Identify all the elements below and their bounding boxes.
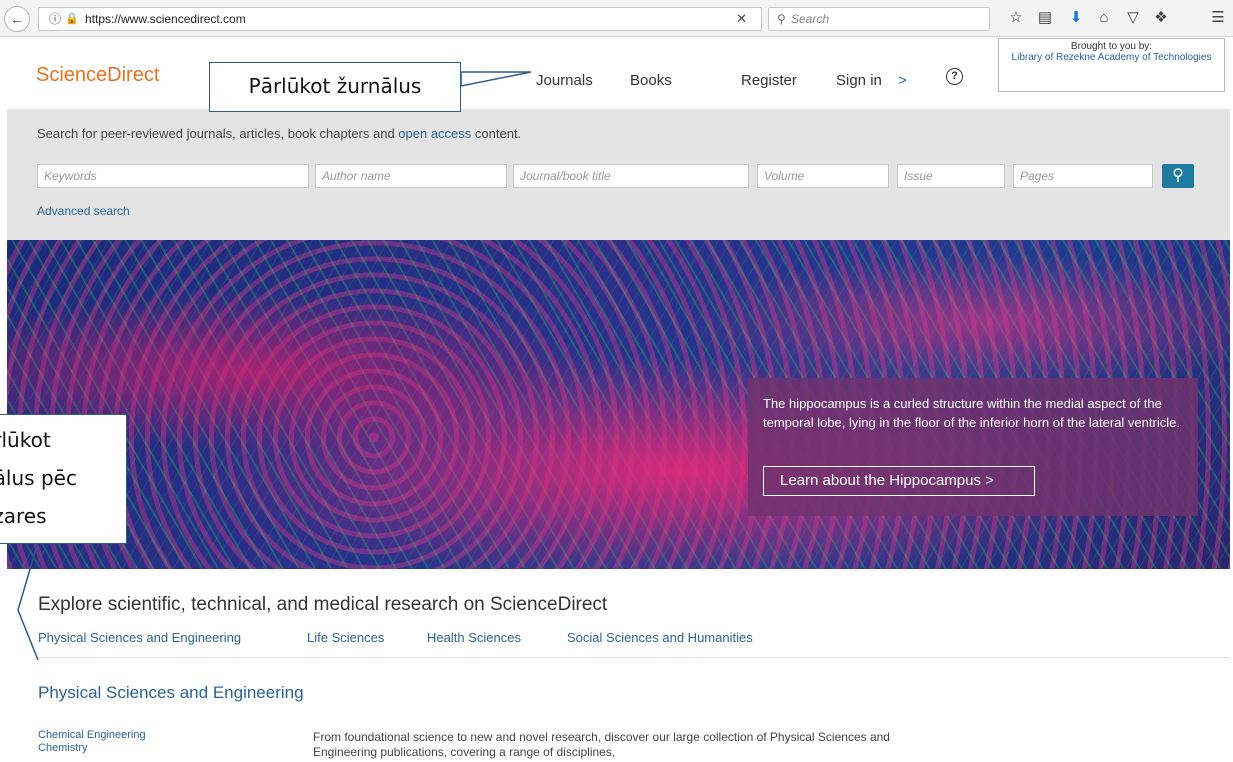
- journals-callout: Pārlūkot žurnālus: [209, 62, 461, 112]
- journal-title-input[interactable]: Journal/book title: [513, 164, 749, 188]
- back-icon[interactable]: ←: [4, 6, 30, 32]
- institution-box: Brought to you by: Library of Rezekne Ac…: [998, 38, 1225, 92]
- url-text[interactable]: https://www.sciencedirect.com: [85, 8, 246, 30]
- volume-input[interactable]: Volume: [757, 164, 889, 188]
- subject-chemistry[interactable]: Chemistry: [38, 742, 88, 754]
- lock-icon: 🔒: [65, 13, 79, 25]
- hero-caption: The hippocampus is a curled structure wi…: [763, 396, 1180, 430]
- search-intro-text: Search for peer-reviewed journals, artic…: [37, 126, 399, 141]
- section-divider: [37, 657, 1230, 658]
- home-icon[interactable]: ⌂: [1094, 9, 1114, 27]
- category-physical-sciences[interactable]: Physical Sciences and Engineering: [38, 630, 241, 645]
- download-icon[interactable]: ⬇: [1066, 9, 1086, 27]
- nav-journals[interactable]: Journals: [536, 72, 593, 89]
- search-button[interactable]: ⚲: [1162, 164, 1194, 188]
- field-callout-line2: nālus pēc: [0, 466, 77, 490]
- brought-label: Brought to you by:: [1070, 41, 1153, 52]
- issue-input[interactable]: Issue: [897, 164, 1005, 188]
- open-access-link[interactable]: open access: [398, 126, 471, 141]
- info-icon[interactable]: ⓘ: [49, 8, 61, 30]
- pages-input[interactable]: Pages: [1013, 164, 1153, 188]
- category-health-sciences[interactable]: Health Sciences: [427, 630, 521, 645]
- address-bar[interactable]: ⓘ 🔒 https://www.sciencedirect.com ✕: [38, 7, 762, 31]
- keywords-input[interactable]: Keywords: [37, 164, 309, 188]
- chevron-right-icon[interactable]: >: [898, 72, 907, 89]
- field-callout-line1: ārlūkot: [0, 428, 51, 452]
- subject-chemical-engineering[interactable]: Chemical Engineering: [38, 729, 146, 741]
- section-heading: Physical Sciences and Engineering: [38, 683, 304, 702]
- field-callout: ārlūkot nālus pēc ozares: [0, 414, 127, 544]
- search-intro: Search for peer-reviewed journals, artic…: [37, 126, 521, 141]
- nav-books[interactable]: Books: [630, 72, 672, 89]
- clear-icon[interactable]: ✕: [736, 8, 747, 30]
- nav-signin[interactable]: Sign in: [836, 72, 882, 89]
- category-social-sciences[interactable]: Social Sciences and Humanities: [567, 630, 753, 645]
- learn-hippocampus-button[interactable]: Learn about the Hippocampus >: [763, 466, 1035, 496]
- advanced-search-link[interactable]: Advanced search: [37, 204, 130, 218]
- help-icon[interactable]: ?: [946, 68, 963, 85]
- institution-name[interactable]: Library of Rezekne Academy of Technologi…: [999, 52, 1224, 63]
- section-description: From foundational science to new and nov…: [313, 730, 890, 759]
- explore-title: Explore scientific, technical, and medic…: [38, 594, 608, 615]
- author-input[interactable]: Author name: [315, 164, 507, 188]
- extension-icon[interactable]: ❖: [1151, 9, 1171, 27]
- browser-search-placeholder: Search: [791, 12, 830, 26]
- search-icon: ⚲: [777, 12, 786, 26]
- search-icon: ⚲: [1172, 167, 1184, 184]
- reader-icon[interactable]: ▤: [1035, 9, 1055, 27]
- nav-register[interactable]: Register: [741, 72, 797, 89]
- search-intro-end: content.: [471, 126, 522, 141]
- sciencedirect-logo[interactable]: ScienceDirect: [36, 64, 159, 87]
- menu-icon[interactable]: ☰: [1208, 9, 1228, 27]
- category-life-sciences[interactable]: Life Sciences: [307, 630, 384, 645]
- star-icon[interactable]: ☆: [1006, 9, 1026, 27]
- pocket-icon[interactable]: ▽: [1123, 9, 1143, 27]
- field-callout-line3: ozares: [0, 504, 47, 528]
- browser-search-input[interactable]: ⚲ Search: [768, 7, 990, 31]
